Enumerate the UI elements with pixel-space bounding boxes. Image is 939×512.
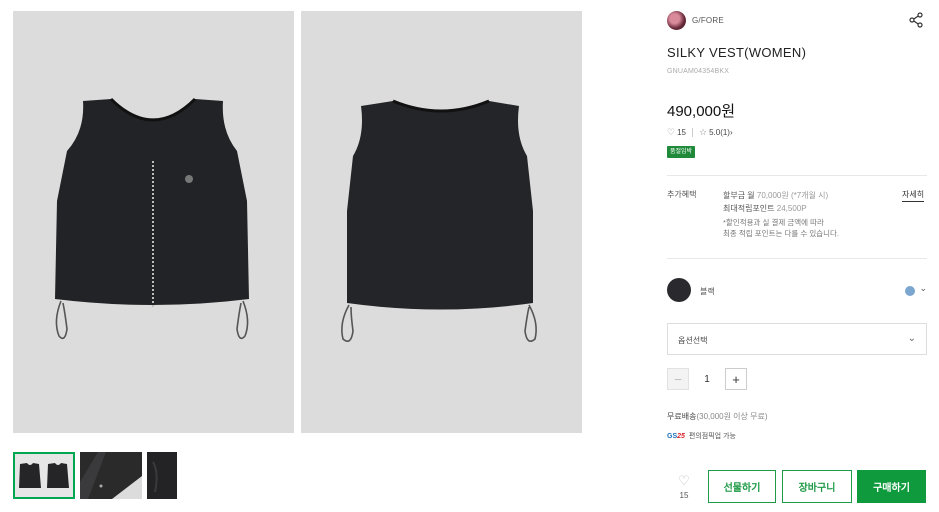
- chevron-down-icon[interactable]: ⌄: [919, 283, 927, 294]
- add-to-cart-button[interactable]: 장바구니: [782, 470, 852, 503]
- quantity-decrease-button[interactable]: −: [667, 368, 689, 390]
- installment-prefix: 할부금 월: [723, 191, 757, 200]
- quantity-increase-button[interactable]: +: [725, 368, 747, 390]
- benefit-label: 추가혜택: [667, 190, 697, 199]
- thumbnail-3[interactable]: [147, 452, 177, 499]
- divider: [667, 258, 927, 259]
- convenience-pickup: GS25 편의점픽업 가능: [667, 431, 736, 441]
- product-stats: ♡ 15 ☆ 5.0 (1) ›: [667, 127, 733, 138]
- installment-value: 70,000원 (*7개월 시): [756, 191, 829, 200]
- color-selector[interactable]: 블랙 ⌄: [667, 278, 927, 304]
- divider: [667, 175, 927, 176]
- likes-count: 15: [677, 128, 686, 137]
- brand-name[interactable]: G/FORE: [692, 16, 724, 25]
- star-icon: ☆: [698, 127, 708, 137]
- product-image-front[interactable]: [13, 11, 294, 433]
- rating-value[interactable]: 5.0: [709, 128, 720, 137]
- points-value: 24,500P: [776, 204, 807, 213]
- benefit-note: *할인적용과 실 결제 금액에 따라 최종 적립 포인트는 다를 수 있습니다.: [723, 217, 839, 239]
- product-image-back[interactable]: [301, 11, 582, 433]
- shipping-label: 무료배송: [667, 412, 697, 421]
- gs25-logo-icon: GS25: [667, 432, 685, 440]
- quantity-stepper: − 1 +: [667, 368, 747, 390]
- option-select[interactable]: 옵션선택 ⌄: [667, 323, 927, 355]
- benefit-note-line: 최종 적립 포인트는 다를 수 있습니다.: [723, 229, 840, 238]
- detail-link[interactable]: 자세히: [902, 189, 925, 202]
- quantity-value[interactable]: 1: [689, 374, 725, 385]
- thumbnail-1[interactable]: [13, 452, 75, 499]
- color-name: 블랙: [700, 287, 715, 296]
- color-swatch[interactable]: [667, 278, 691, 302]
- brand-logo-icon: [667, 11, 686, 30]
- gift-button[interactable]: 선물하기: [708, 470, 776, 503]
- vest-front-illustration: [55, 97, 249, 340]
- review-count[interactable]: (1): [720, 128, 730, 137]
- status-badge: 품절임박: [667, 146, 696, 158]
- color-dot-icon: [905, 286, 915, 296]
- heart-icon: ♡: [678, 473, 690, 488]
- benefit-details: 할부금 월 70,000원 (*7개월 시) 최대적립포인트 24,500P: [723, 189, 828, 215]
- stats-divider: [691, 128, 693, 137]
- product-title: SILKY VEST(WOMEN): [667, 45, 807, 60]
- heart-icon: ♡: [667, 127, 676, 137]
- wishlist-button[interactable]: ♡ 15: [672, 474, 696, 500]
- wishlist-count: 15: [679, 491, 689, 500]
- vest-back-illustration: [341, 99, 537, 342]
- product-sku: GNUAM04354BKX: [667, 68, 730, 75]
- option-select-label: 옵션선택: [678, 336, 708, 345]
- points-prefix: 최대적립포인트: [723, 204, 777, 213]
- benefit-note-line: *할인적용과 실 결제 금액에 따라: [723, 218, 824, 227]
- pickup-text: 편의점픽업 가능: [688, 433, 736, 440]
- share-icon[interactable]: [908, 12, 924, 28]
- product-price: 490,000원: [667, 103, 736, 120]
- chevron-down-icon: ⌄: [907, 333, 916, 344]
- brand-header[interactable]: G/FORE: [667, 11, 724, 30]
- shipping-condition: (30,000원 이상 무료): [696, 412, 768, 421]
- thumbnail-2[interactable]: [80, 452, 142, 499]
- review-arrow-icon[interactable]: ›: [730, 128, 733, 137]
- shipping-info: 무료배송(30,000원 이상 무료): [667, 411, 768, 422]
- buy-now-button[interactable]: 구매하기: [857, 470, 926, 503]
